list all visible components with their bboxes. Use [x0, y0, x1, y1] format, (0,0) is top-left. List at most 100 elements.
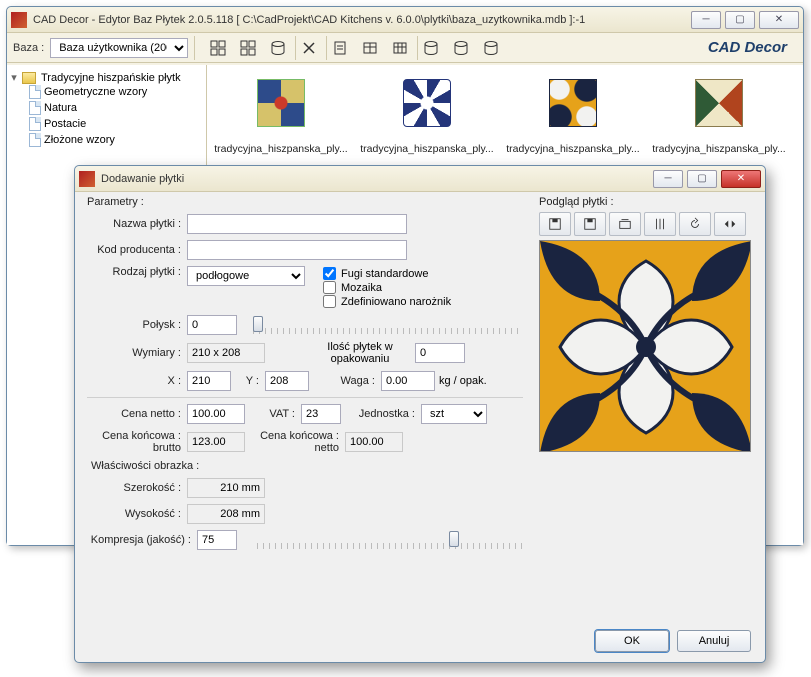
thumb-item[interactable]: tradycyjna_hiszpanska_ply...	[649, 79, 789, 155]
tile-thumbnail	[257, 79, 305, 127]
db-icon[interactable]	[265, 36, 291, 60]
table2-icon[interactable]	[387, 36, 413, 60]
thumb-label: tradycyjna_hiszpanska_ply...	[211, 143, 351, 155]
preview-save-icon[interactable]	[539, 212, 571, 236]
db2-icon[interactable]	[418, 36, 444, 60]
tools-icon[interactable]	[296, 36, 322, 60]
minimize-button[interactable]: ─	[691, 11, 721, 29]
y-input[interactable]	[265, 371, 309, 391]
grid2-icon[interactable]	[235, 36, 261, 60]
tree-leaf[interactable]: Postacie	[29, 116, 204, 132]
preview-grid-icon[interactable]	[644, 212, 676, 236]
ok-button[interactable]: OK	[595, 630, 669, 652]
main-titlebar[interactable]: CAD Decor - Edytor Baz Płytek 2.0.5.118 …	[7, 7, 803, 33]
preview-rotate-icon[interactable]	[679, 212, 711, 236]
base-label: Baza :	[13, 42, 44, 54]
gloss-slider[interactable]	[253, 316, 523, 334]
netto2-label: Cena końcowa : netto	[245, 430, 345, 454]
polysk-label: Połysk :	[87, 319, 187, 331]
doc-icon	[29, 101, 41, 115]
dialog-titlebar[interactable]: Dodawanie płytki ─ ▢ ✕	[75, 166, 765, 192]
doc-icon	[29, 133, 41, 147]
szer-label: Szerokość :	[87, 482, 187, 494]
standard-grout-checkbox[interactable]	[323, 267, 336, 280]
tile-preview	[539, 240, 751, 452]
tree-root-label: Tradycyjne hiszpańskie płytk	[41, 72, 181, 84]
cancel-button[interactable]: Anuluj	[677, 630, 751, 652]
tree-leaf[interactable]: Złożone wzory	[29, 132, 204, 148]
dimensions-display	[187, 343, 265, 363]
gloss-input[interactable]	[187, 315, 237, 335]
preview-flip-icon[interactable]	[714, 212, 746, 236]
window-title: CAD Decor - Edytor Baz Płytek 2.0.5.118 …	[33, 14, 691, 26]
wymiary-label: Wymiary :	[87, 347, 187, 359]
tree-leaf-label: Postacie	[44, 118, 86, 130]
ilosc-label: Ilość płytek w opakowaniu	[305, 341, 415, 365]
wys-label: Wysokość :	[87, 508, 187, 520]
net-price-input[interactable]	[187, 404, 245, 424]
dialog-close-button[interactable]: ✕	[721, 170, 761, 188]
chk-corner-label: Zdefiniowano narożnik	[341, 296, 451, 308]
tile-name-input[interactable]	[187, 214, 407, 234]
preview-scan-icon[interactable]	[609, 212, 641, 236]
corner-checkbox[interactable]	[323, 295, 336, 308]
dialog-minimize-button[interactable]: ─	[653, 170, 683, 188]
separator	[194, 36, 195, 60]
vat-input[interactable]	[301, 404, 341, 424]
thumb-label: tradycyjna_hiszpanska_ply...	[357, 143, 497, 155]
tile-thumbnail	[695, 79, 743, 127]
vat-label: VAT :	[245, 408, 301, 420]
gross-price-display	[187, 432, 245, 452]
dialog-maximize-button[interactable]: ▢	[687, 170, 717, 188]
weight-unit: kg / opak.	[439, 375, 487, 387]
db4-icon[interactable]	[478, 36, 504, 60]
jednostka-label: Jednostka :	[341, 408, 421, 420]
tree-leaf-label: Geometryczne wzory	[44, 86, 147, 98]
preview-label: Podgląd płytki :	[539, 196, 753, 208]
tile-thumbnail	[403, 79, 451, 127]
tile-type-select[interactable]: podłogowe	[187, 266, 305, 286]
preview-open-icon[interactable]	[574, 212, 606, 236]
x-input[interactable]	[187, 371, 231, 391]
maximize-button[interactable]: ▢	[725, 11, 755, 29]
collapse-icon[interactable]: ▾	[9, 71, 19, 84]
doc-icon	[29, 85, 41, 99]
weight-input[interactable]	[381, 371, 435, 391]
tree-leaf[interactable]: Natura	[29, 100, 204, 116]
thumb-item[interactable]: tradycyjna_hiszpanska_ply...	[211, 79, 351, 155]
y-label: Y :	[231, 375, 265, 387]
preview-column: Podgląd płytki :	[539, 196, 753, 452]
producer-code-input[interactable]	[187, 240, 407, 260]
base-select[interactable]: Baza użytkownika (2004-...)	[50, 38, 188, 58]
compression-input[interactable]	[197, 530, 237, 550]
thumb-label: tradycyjna_hiszpanska_ply...	[649, 143, 789, 155]
params-label: Parametry :	[87, 196, 523, 208]
thumb-item[interactable]: tradycyjna_hiszpanska_ply...	[357, 79, 497, 155]
dialog-title: Dodawanie płytki	[101, 173, 653, 185]
tree-leaf-label: Natura	[44, 102, 77, 114]
db3-icon[interactable]	[448, 36, 474, 60]
type-label: Rodzaj płytki :	[87, 266, 187, 278]
slider-thumb-icon[interactable]	[449, 531, 459, 547]
qty-per-pack-input[interactable]	[415, 343, 465, 363]
unit-select[interactable]: szt	[421, 404, 487, 424]
close-button[interactable]: ✕	[759, 11, 799, 29]
thumb-item[interactable]: tradycyjna_hiszpanska_ply...	[503, 79, 643, 155]
calc-icon[interactable]	[327, 36, 353, 60]
dialog-icon	[79, 171, 95, 187]
toolbar-icons	[201, 36, 508, 60]
grid-icon[interactable]	[205, 36, 231, 60]
table-icon[interactable]	[357, 36, 383, 60]
chk-std-label: Fugi standardowe	[341, 268, 428, 280]
img-width-display	[187, 478, 265, 498]
slider-thumb-icon[interactable]	[253, 316, 263, 332]
tree-leaf[interactable]: Geometryczne wzory	[29, 84, 204, 100]
compression-slider[interactable]	[257, 531, 523, 549]
params-column: Parametry : Nazwa płytki : Kod producent…	[87, 196, 523, 622]
tree-root[interactable]: ▾ Tradycyjne hiszpańskie płytk	[9, 71, 204, 84]
image-props-label: Właściwości obrazka :	[91, 460, 523, 472]
komp-label: Kompresja (jakość) :	[87, 534, 197, 546]
chk-moz-label: Mozaika	[341, 282, 382, 294]
divider	[87, 397, 523, 398]
mosaic-checkbox[interactable]	[323, 281, 336, 294]
